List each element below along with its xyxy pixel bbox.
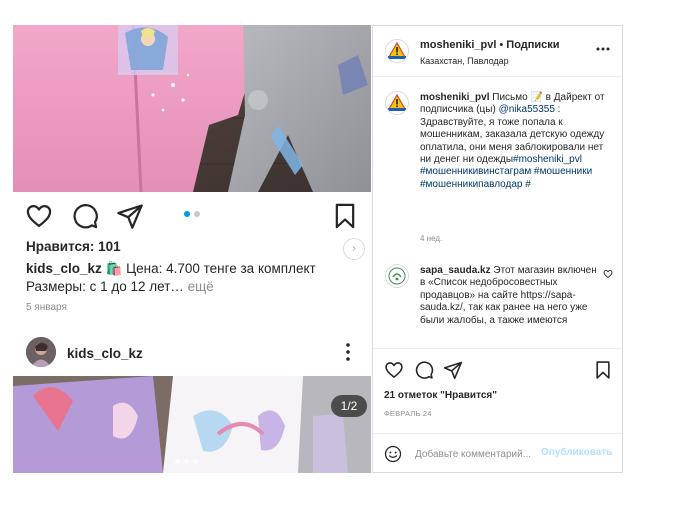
feed-column: Нравится: 101 kids_clo_kz 🛍️ Цена: 4.700… (13, 25, 371, 473)
save-button[interactable] (593, 360, 613, 380)
caption-username[interactable]: mosheniki_pvl (420, 92, 489, 103)
post-header: kids_clo_kz (13, 333, 371, 373)
avatar-image (26, 337, 56, 367)
likes-count[interactable]: Нравится: 101 (26, 239, 121, 254)
mention-link[interactable]: @nika55355 (499, 104, 555, 115)
carousel-dots (184, 211, 200, 217)
caption-time[interactable]: 4 нед. (420, 234, 442, 243)
post-caption: kids_clo_kz 🛍️ Цена: 4.700 тенге за комп… (26, 261, 316, 277)
heart-icon (385, 362, 403, 378)
heart-icon (26, 204, 52, 228)
location[interactable]: Казахстан, Павлодар (420, 56, 509, 66)
share-button[interactable] (116, 202, 144, 230)
separator: • (499, 39, 504, 51)
comment-like-button[interactable] (603, 269, 613, 279)
comment-icon (415, 361, 434, 379)
panel-actions: 21 отметок "Нравится" ФЕВРАЛЬ 24 (373, 348, 622, 434)
heart-icon (603, 269, 613, 279)
caption-text-2: Размеры: с 1 до 12 лет… (26, 279, 184, 294)
avatar[interactable] (26, 337, 56, 367)
avatar[interactable] (385, 91, 409, 115)
kids-clothing-photo (13, 25, 371, 192)
sapa-sauda-logo-icon (386, 265, 408, 287)
carousel-dot (194, 211, 200, 217)
share-icon (443, 361, 463, 380)
comment: sapa_sauda.kz Этот магазин включен в «Сп… (420, 265, 598, 327)
post-options-button[interactable] (343, 341, 353, 363)
follow-status-button[interactable]: Подписки (506, 39, 559, 51)
carousel-dot (184, 211, 190, 217)
bookmark-icon (335, 203, 355, 229)
comment-input[interactable] (415, 447, 539, 461)
carousel-counter: 1/2 (331, 395, 367, 417)
like-button[interactable] (25, 202, 53, 230)
comment-username[interactable]: sapa_sauda.kz (420, 265, 491, 276)
comment-button[interactable] (414, 360, 434, 380)
post-username[interactable]: kids_clo_kz (67, 346, 143, 361)
like-button[interactable] (384, 360, 404, 380)
caption-comment: mosheniki_pvl Письмо 📝 в Дайрект от подп… (420, 92, 612, 191)
more-link[interactable]: ещё (188, 279, 214, 294)
avatar[interactable] (385, 264, 409, 288)
comment-icon (73, 204, 98, 229)
post-image[interactable] (13, 25, 371, 192)
header-username[interactable]: mosheniki_pvl (420, 39, 496, 51)
share-button[interactable] (443, 360, 463, 380)
account-line: mosheniki_pvl • Подписки (420, 39, 560, 51)
post-options-button[interactable] (595, 46, 611, 52)
emoji-icon (384, 445, 402, 463)
share-icon (117, 204, 143, 229)
avatar[interactable] (385, 39, 409, 63)
panel-header: mosheniki_pvl • Подписки Казахстан, Павлод… (373, 26, 622, 77)
carousel-dot (184, 459, 189, 464)
warning-logo-icon (386, 92, 408, 114)
emoji-button[interactable] (384, 445, 402, 463)
caption-username[interactable]: kids_clo_kz (26, 261, 102, 276)
post-actions (13, 202, 371, 232)
post-date[interactable]: ФЕВРАЛЬ 24 (384, 409, 432, 418)
chevron-right-icon: › (352, 241, 356, 255)
publish-button[interactable]: Опубликовать (541, 447, 612, 458)
save-button[interactable] (331, 202, 359, 230)
comment-button[interactable] (71, 202, 99, 230)
post-caption-line2: Размеры: с 1 до 12 лет… ещё (26, 279, 214, 294)
more-icon (596, 47, 610, 51)
post-detail-panel: mosheniki_pvl • Подписки Казахстан, Павлод… (372, 25, 623, 473)
caption-text: 🛍️ Цена: 4.700 тенге за комплект (105, 261, 316, 276)
more-icon (346, 343, 350, 361)
bookmark-icon (596, 361, 610, 379)
carousel-dot (175, 459, 180, 464)
next-button[interactable]: › (343, 238, 365, 260)
warning-logo-icon (386, 40, 408, 62)
add-comment-bar: Опубликовать (373, 433, 622, 474)
carousel-dots (175, 459, 198, 464)
carousel-dot (193, 459, 198, 464)
post-date[interactable]: 5 января (26, 302, 67, 313)
likes-count[interactable]: 21 отметок "Нравится" (384, 390, 497, 401)
